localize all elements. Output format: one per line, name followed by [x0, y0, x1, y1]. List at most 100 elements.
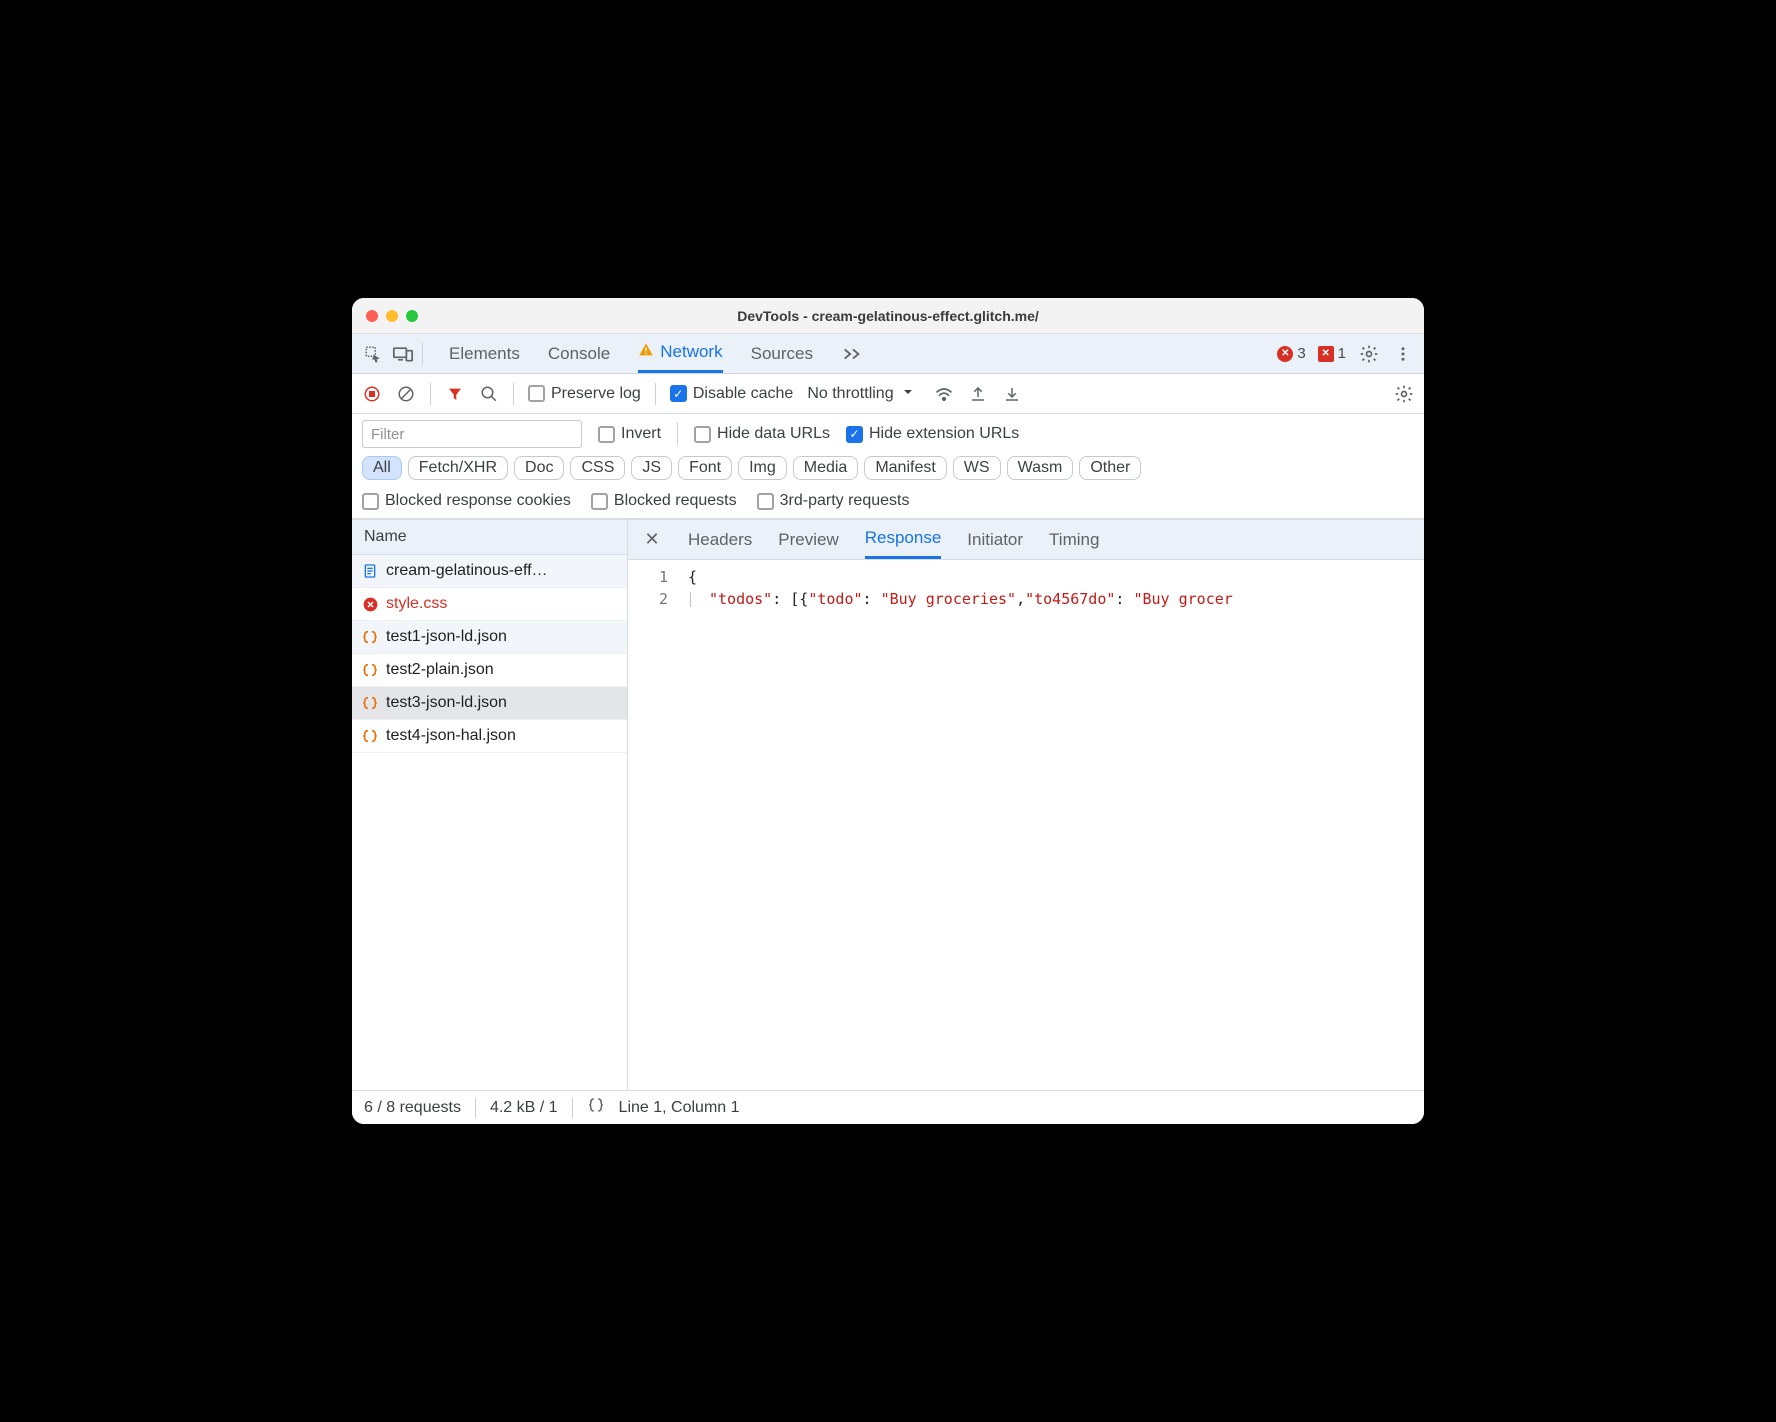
detail-tab-preview[interactable]: Preview — [778, 520, 838, 559]
disable-cache-checkbox[interactable]: ✓ Disable cache — [670, 385, 794, 403]
braces-icon[interactable] — [587, 1096, 605, 1119]
clear-icon[interactable] — [396, 384, 416, 404]
gear-icon[interactable] — [1358, 343, 1380, 365]
hide-data-urls-checkbox[interactable]: Hide data URLs — [694, 425, 830, 443]
checkbox-empty-icon — [694, 426, 711, 443]
request-row[interactable]: test1-json-ld.json — [352, 621, 627, 654]
record-icon[interactable] — [362, 384, 382, 404]
inspect-element-icon[interactable] — [362, 343, 384, 365]
hide-extension-urls-checkbox[interactable]: ✓ Hide extension URLs — [846, 425, 1019, 443]
line-gutter: 1 2 — [628, 560, 678, 1090]
type-pill-manifest[interactable]: Manifest — [864, 456, 946, 480]
filter-row: Invert Hide data URLs ✓ Hide extension U… — [352, 414, 1424, 452]
type-pill-img[interactable]: Img — [738, 456, 787, 480]
type-pill-all[interactable]: All — [362, 456, 402, 480]
warning-icon — [638, 342, 654, 363]
close-icon[interactable]: ✕ — [642, 529, 662, 550]
request-row[interactable]: test4-json-hal.json — [352, 720, 627, 753]
network-conditions-icon[interactable] — [934, 384, 954, 404]
code-content: {"todos": [{"todo": "Buy groceries","to4… — [678, 560, 1233, 1090]
network-toolbar: Preserve log ✓ Disable cache No throttli… — [352, 374, 1424, 414]
type-pill-media[interactable]: Media — [793, 456, 859, 480]
request-row[interactable]: test2-plain.json — [352, 654, 627, 687]
request-row[interactable]: cream-gelatinous-eff… — [352, 555, 627, 588]
error-icon — [362, 596, 378, 612]
tab-elements[interactable]: Elements — [449, 334, 520, 373]
kebab-menu-icon[interactable] — [1392, 343, 1414, 365]
code-key: "todos" — [709, 590, 772, 608]
detail-tab-response[interactable]: Response — [865, 520, 942, 559]
device-toolbar-icon[interactable] — [392, 343, 414, 365]
detail-tab-timing[interactable]: Timing — [1049, 520, 1099, 559]
blocked-requests-label: Blocked requests — [614, 492, 737, 510]
line-number: 2 — [628, 588, 668, 610]
resource-type-filters: All Fetch/XHR Doc CSS JS Font Img Media … — [352, 452, 1424, 486]
issue-badge-icon: ✕ — [1318, 346, 1334, 362]
detail-tab-headers[interactable]: Headers — [688, 520, 752, 559]
separator — [513, 383, 514, 405]
preserve-log-checkbox[interactable]: Preserve log — [528, 385, 641, 403]
checkbox-empty-icon — [757, 493, 774, 510]
search-icon[interactable] — [479, 384, 499, 404]
invert-checkbox[interactable]: Invert — [598, 425, 661, 443]
code-string: "Buy groceries" — [881, 590, 1016, 608]
type-pill-ws[interactable]: WS — [953, 456, 1001, 480]
type-pill-doc[interactable]: Doc — [514, 456, 564, 480]
filter-icon[interactable] — [445, 384, 465, 404]
request-name: cream-gelatinous-eff… — [386, 562, 548, 580]
status-transfer: 4.2 kB / 1 — [490, 1099, 558, 1117]
type-pill-css[interactable]: CSS — [570, 456, 625, 480]
request-row[interactable]: style.css — [352, 588, 627, 621]
type-pill-js[interactable]: JS — [631, 456, 672, 480]
advanced-filter-row: Blocked response cookies Blocked request… — [352, 486, 1424, 519]
devtools-tabs-bar: Elements Console Network Sources ✕ 3 ✕ 1 — [352, 334, 1424, 374]
titlebar: DevTools - cream-gelatinous-effect.glitc… — [352, 298, 1424, 334]
invert-label: Invert — [621, 425, 661, 443]
json-icon — [362, 695, 378, 711]
filter-input[interactable] — [362, 420, 582, 448]
more-tabs-icon[interactable] — [841, 334, 863, 373]
request-list-header[interactable]: Name — [352, 520, 627, 555]
code-token: : — [1115, 590, 1133, 608]
type-pill-other[interactable]: Other — [1079, 456, 1141, 480]
disable-cache-label: Disable cache — [693, 385, 794, 403]
tab-network[interactable]: Network — [638, 334, 722, 373]
preserve-log-label: Preserve log — [551, 385, 641, 403]
separator — [475, 1098, 476, 1118]
download-icon[interactable] — [1002, 384, 1022, 404]
checkbox-empty-icon — [591, 493, 608, 510]
tab-console[interactable]: Console — [548, 334, 610, 373]
type-pill-fetch[interactable]: Fetch/XHR — [408, 456, 508, 480]
request-list: Name cream-gelatinous-eff… style.css tes… — [352, 520, 628, 1090]
request-row[interactable]: test3-json-ld.json — [352, 687, 627, 720]
panel-tabs: Elements Console Network Sources — [449, 334, 863, 373]
status-cursor: Line 1, Column 1 — [619, 1099, 740, 1117]
chevron-down-icon — [902, 385, 914, 403]
separator — [655, 383, 656, 405]
error-count[interactable]: ✕ 3 — [1277, 345, 1305, 362]
error-count-value: 3 — [1297, 345, 1305, 362]
type-pill-wasm[interactable]: Wasm — [1007, 456, 1074, 480]
upload-icon[interactable] — [968, 384, 988, 404]
line-number: 1 — [628, 566, 668, 588]
error-badge-icon: ✕ — [1277, 346, 1293, 362]
network-settings-icon[interactable] — [1394, 384, 1414, 404]
window-title: DevTools - cream-gelatinous-effect.glitc… — [352, 308, 1424, 324]
issue-count[interactable]: ✕ 1 — [1318, 345, 1346, 362]
tab-sources[interactable]: Sources — [751, 334, 813, 373]
throttling-select[interactable]: No throttling — [807, 385, 913, 403]
blocked-requests-checkbox[interactable]: Blocked requests — [591, 492, 737, 510]
third-party-label: 3rd-party requests — [780, 492, 910, 510]
third-party-checkbox[interactable]: 3rd-party requests — [757, 492, 910, 510]
detail-tab-initiator[interactable]: Initiator — [967, 520, 1023, 559]
document-icon — [362, 563, 378, 579]
code-string: "Buy grocer — [1133, 590, 1232, 608]
separator — [430, 383, 431, 405]
request-detail: ✕ Headers Preview Response Initiator Tim… — [628, 520, 1424, 1090]
hide-data-urls-label: Hide data URLs — [717, 425, 830, 443]
detail-tabs: ✕ Headers Preview Response Initiator Tim… — [628, 520, 1424, 560]
type-pill-font[interactable]: Font — [678, 456, 732, 480]
response-body[interactable]: 1 2 {"todos": [{"todo": "Buy groceries",… — [628, 560, 1424, 1090]
request-name: test3-json-ld.json — [386, 694, 507, 712]
blocked-cookies-checkbox[interactable]: Blocked response cookies — [362, 492, 571, 510]
